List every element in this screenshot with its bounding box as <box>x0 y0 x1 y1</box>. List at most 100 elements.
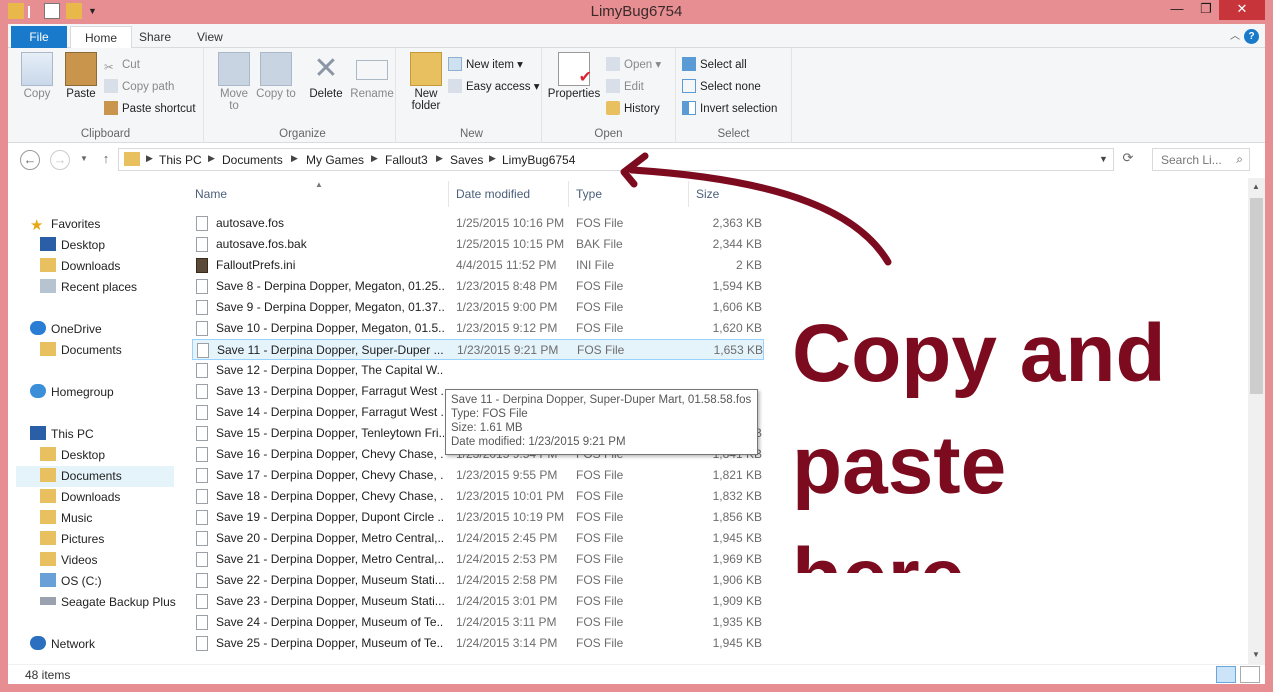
nav-pc-desktop[interactable]: Desktop <box>40 445 105 466</box>
forward-button[interactable]: → <box>50 150 70 170</box>
file-row[interactable]: FalloutPrefs.ini 4/4/2015 11:52 PM INI Fil… <box>192 255 764 276</box>
properties-button[interactable]: ✔ Properties <box>546 52 602 100</box>
nav-desktop[interactable]: Desktop <box>40 235 105 256</box>
paste-button[interactable]: Paste <box>60 52 102 100</box>
maximize-button[interactable]: ❐ <box>1192 0 1220 20</box>
file-type: FOS File <box>576 489 624 503</box>
nav-seagate[interactable]: Seagate Backup Plus <box>40 592 176 613</box>
file-row[interactable]: Save 22 - Derpina Dopper, Museum Stati..… <box>192 570 764 591</box>
scroll-up-chevron-icon[interactable]: ▲ <box>1252 182 1260 191</box>
file-row[interactable]: Save 11 - Derpina Dopper, Super-Duper ..… <box>192 339 764 360</box>
breadcrumb-this-pc[interactable]: This PC <box>159 153 202 167</box>
select-all-button[interactable]: Select all <box>682 56 747 74</box>
nav-pictures[interactable]: Pictures <box>40 529 104 550</box>
move-to-button[interactable]: Move to <box>214 52 254 112</box>
column-header-size[interactable]: Size <box>696 187 719 201</box>
history-button[interactable]: History <box>606 100 660 118</box>
file-name: autosave.fos.bak <box>216 237 307 251</box>
history-label: History <box>624 103 660 115</box>
file-row[interactable]: Save 8 - Derpina Dopper, Megaton, 01.25.… <box>192 276 764 297</box>
new-folder-icon <box>410 52 442 86</box>
desktop-icon <box>40 237 56 251</box>
breadcrumb-documents[interactable]: Documents <box>222 153 283 167</box>
file-icon <box>196 426 208 441</box>
select-none-button[interactable]: Select none <box>682 78 761 96</box>
close-button[interactable]: ✕ <box>1219 0 1265 20</box>
breadcrumb-fallout3[interactable]: Fallout3 <box>385 153 428 167</box>
address-path[interactable]: ▶ This PC ▶ Documents ▶ My Games ▶ Fallo… <box>118 148 1114 171</box>
file-row[interactable]: Save 19 - Derpina Dopper, Dupont Circle … <box>192 507 764 528</box>
back-button[interactable]: ← <box>20 150 40 170</box>
file-row[interactable]: Save 18 - Derpina Dopper, Chevy Chase, .… <box>192 486 764 507</box>
file-row[interactable]: autosave.fos 1/25/2015 10:16 PM FOS File 2,… <box>192 213 764 234</box>
cut-button[interactable]: ✂ Cut <box>104 56 140 74</box>
nav-recent-places[interactable]: Recent places <box>40 277 137 298</box>
tab-file[interactable]: File <box>11 26 67 48</box>
open-button[interactable]: Open ▾ <box>606 56 661 74</box>
column-header-name[interactable]: Name <box>195 187 227 201</box>
easy-access-button[interactable]: Easy access ▾ <box>448 78 540 96</box>
file-row[interactable]: Save 12 - Derpina Dopper, The Capital W.… <box>192 360 764 381</box>
minimize-button[interactable]: — <box>1162 0 1192 20</box>
scroll-down-chevron-icon[interactable]: ▼ <box>1252 650 1260 659</box>
column-divider[interactable] <box>448 181 449 207</box>
new-folder-button[interactable]: New folder <box>406 52 446 112</box>
vertical-scrollbar[interactable]: ▲ ▼ <box>1248 178 1265 664</box>
copy-to-button[interactable]: Copy to <box>256 52 296 100</box>
file-row[interactable]: Save 20 - Derpina Dopper, Metro Central,… <box>192 528 764 549</box>
edit-button[interactable]: Edit <box>606 78 644 96</box>
paste-shortcut-button[interactable]: Paste shortcut <box>104 100 196 118</box>
column-header-type[interactable]: Type <box>576 187 602 201</box>
address-dropdown-chevron-icon[interactable]: ▼ <box>1099 154 1108 164</box>
file-row[interactable]: Save 10 - Derpina Dopper, Megaton, 01.5.… <box>192 318 764 339</box>
file-icon <box>196 510 208 525</box>
help-icon[interactable]: ? <box>1244 29 1259 44</box>
nav-music[interactable]: Music <box>40 508 92 529</box>
videos-folder-icon <box>40 552 56 566</box>
nav-network[interactable]: Network <box>30 634 95 655</box>
nav-favorites[interactable]: ★ Favorites <box>30 214 100 235</box>
copy-path-button[interactable]: Copy path <box>104 78 174 96</box>
file-row[interactable]: Save 21 - Derpina Dopper, Metro Central,… <box>192 549 764 570</box>
tab-view[interactable]: View <box>183 26 237 48</box>
tooltip-size: Size: 1.61 MB <box>451 422 523 434</box>
breadcrumb-saves[interactable]: Saves <box>450 153 483 167</box>
nav-downloads[interactable]: Downloads <box>40 256 120 277</box>
column-divider[interactable] <box>688 181 689 207</box>
nav-this-pc[interactable]: This PC <box>30 424 94 445</box>
large-icons-view-icon[interactable] <box>1240 666 1260 683</box>
search-input[interactable]: Search Li... ⌕ <box>1152 148 1250 171</box>
copy-button[interactable]: Copy <box>16 52 58 100</box>
refresh-icon[interactable]: ⟳ <box>1118 149 1138 169</box>
nav-onedrive[interactable]: OneDrive <box>30 319 102 340</box>
scrollbar-thumb[interactable] <box>1250 198 1263 394</box>
file-row[interactable]: autosave.fos.bak 1/25/2015 10:15 PM BAK Fi… <box>192 234 764 255</box>
nav-os-c[interactable]: OS (C:) <box>40 571 102 592</box>
file-row[interactable]: Save 25 - Derpina Dopper, Museum of Te..… <box>192 633 764 654</box>
nav-pc-downloads[interactable]: Downloads <box>40 487 120 508</box>
file-row[interactable]: Save 17 - Derpina Dopper, Chevy Chase, .… <box>192 465 764 486</box>
column-header-date[interactable]: Date modified <box>456 187 530 201</box>
tab-share[interactable]: Share <box>125 26 185 48</box>
up-button[interactable]: ↑ <box>96 150 116 170</box>
address-bar-row: ← → ▼ ↑ ▶ This PC ▶ Documents ▶ My Games… <box>8 144 1265 176</box>
tab-home[interactable]: Home <box>70 26 133 49</box>
nav-onedrive-documents[interactable]: Documents <box>40 340 122 361</box>
breadcrumb-limybug6754[interactable]: LimyBug6754 <box>502 153 575 167</box>
column-divider[interactable] <box>568 181 569 207</box>
file-row[interactable]: Save 23 - Derpina Dopper, Museum Stati..… <box>192 591 764 612</box>
file-type: FOS File <box>576 552 624 566</box>
nav-homegroup[interactable]: Homegroup <box>30 382 114 403</box>
invert-selection-button[interactable]: Invert selection <box>682 100 777 118</box>
file-row[interactable]: Save 9 - Derpina Dopper, Megaton, 01.37.… <box>192 297 764 318</box>
new-item-button[interactable]: New item ▾ <box>448 56 523 74</box>
file-name: autosave.fos <box>216 216 285 230</box>
breadcrumb-my-games[interactable]: My Games <box>306 153 364 167</box>
file-row[interactable]: Save 24 - Derpina Dopper, Museum of Te..… <box>192 612 764 633</box>
delete-button[interactable]: ✕ Delete <box>306 52 346 100</box>
rename-button[interactable]: Rename <box>350 52 394 100</box>
nav-pc-documents[interactable]: Documents <box>16 466 174 487</box>
details-view-icon[interactable] <box>1216 666 1236 683</box>
nav-videos[interactable]: Videos <box>40 550 97 571</box>
recent-locations-chevron-icon[interactable]: ▼ <box>74 150 94 170</box>
